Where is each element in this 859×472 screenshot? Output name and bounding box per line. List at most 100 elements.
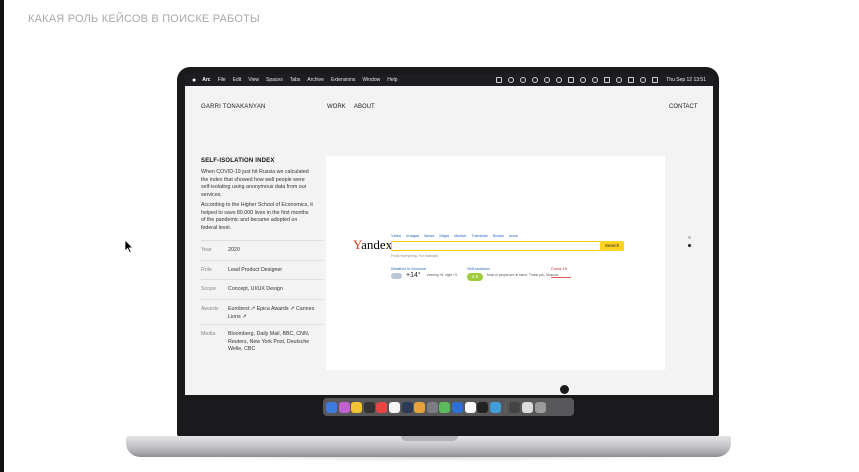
- status-camera-icon[interactable]: [592, 77, 599, 83]
- nav-work-link[interactable]: WORK: [327, 104, 346, 110]
- dock-app-icon[interactable]: [489, 401, 501, 413]
- yandex-search-button[interactable]: Search: [600, 241, 624, 251]
- menu-item-window[interactable]: Window: [362, 77, 380, 83]
- status-display-icon[interactable]: [604, 77, 611, 83]
- dock-app-icon[interactable]: [521, 401, 533, 413]
- project-title: SELF-ISOLATION INDEX: [201, 158, 275, 164]
- self-isolation-title[interactable]: Self-isolation: [467, 266, 490, 271]
- self-isolation-detail: Most of people are at home. Thank you, M…: [487, 273, 559, 277]
- meta-label: Scope: [201, 286, 217, 292]
- dock-separator: [505, 401, 507, 413]
- awards-links[interactable]: Eurobest ↗ Epica Awards ↗ Cannes Lions ↗: [228, 306, 320, 321]
- weather-detail: evening +6, night +3: [427, 273, 457, 277]
- yandex-search-input[interactable]: [391, 241, 624, 251]
- yandex-search-hint: Finds everything. For example,: [391, 254, 440, 258]
- yandex-nav: Video Images News Maps Market Translate …: [391, 233, 523, 238]
- site-name[interactable]: GARRI TONAKANYAN: [201, 104, 266, 110]
- dock-app-icon[interactable]: [388, 401, 400, 413]
- meta-row-media: Media Bloomberg, Daily Mail, BBC, CNN, R…: [201, 324, 323, 354]
- status-bell-icon[interactable]: [556, 77, 563, 83]
- meta-value: Concept, UI/UX Design: [228, 286, 283, 292]
- yandex-nav-item[interactable]: Books: [493, 233, 504, 238]
- dock-app-icon[interactable]: [376, 401, 388, 413]
- status-battery-icon[interactable]: [628, 77, 635, 83]
- control-center-icon[interactable]: [652, 77, 659, 83]
- menu-clock[interactable]: Thu Sep 12 13:51: [666, 77, 706, 83]
- status-area: Thu Sep 12 13:51: [490, 77, 706, 83]
- nav-about-link[interactable]: ABOUT: [354, 104, 375, 110]
- meta-row-scope: Scope Concept, UI/UX Design: [201, 279, 323, 294]
- menu-item-archive[interactable]: Archive: [307, 77, 324, 83]
- meta-value: 2020: [228, 247, 240, 253]
- menu-item-spaces[interactable]: Spaces: [266, 77, 283, 83]
- meta-label: Role: [201, 267, 212, 273]
- status-bluetooth-icon[interactable]: [580, 77, 587, 83]
- menu-item-edit[interactable]: Edit: [233, 77, 242, 83]
- carousel-dots: [688, 236, 691, 252]
- yandex-nav-item[interactable]: Video: [391, 233, 401, 238]
- meta-row-year: Year 2020: [201, 240, 323, 255]
- status-record-icon[interactable]: [508, 77, 515, 83]
- weather-temperature: +14°: [406, 272, 421, 279]
- dock-app-icon[interactable]: [363, 401, 375, 413]
- status-audio-icon[interactable]: [568, 77, 575, 83]
- menu-item-extensions[interactable]: Extensions: [331, 77, 355, 83]
- yandex-nav-item[interactable]: Images: [406, 233, 419, 238]
- dock-app-icon[interactable]: [426, 401, 438, 413]
- dock-app-icon[interactable]: [464, 401, 476, 413]
- status-chat-icon[interactable]: [532, 77, 539, 83]
- project-description: When COVID-19 just hit Russia we calcula…: [201, 169, 309, 199]
- dock-app-icon[interactable]: [401, 401, 413, 413]
- dock-app-icon[interactable]: [338, 401, 350, 413]
- menu-bar: ● Arc File Edit View Spaces Tabs Archive…: [185, 74, 713, 86]
- yandex-nav-item[interactable]: Translate: [471, 233, 488, 238]
- meta-value: Lead Product Designer: [228, 267, 283, 273]
- covid-title[interactable]: Covid-19: [551, 266, 567, 271]
- menu-item-view[interactable]: View: [248, 77, 259, 83]
- status-grid-icon[interactable]: [496, 77, 503, 83]
- project-impact: According to the Higher School of Econom…: [201, 202, 313, 232]
- left-edge-bar: [0, 0, 4, 472]
- dock-app-icon[interactable]: [351, 401, 363, 413]
- covid-trend-graph: [551, 272, 571, 278]
- status-globe-icon[interactable]: [544, 77, 551, 83]
- apple-icon[interactable]: ●: [192, 77, 196, 84]
- menu-app-name[interactable]: Arc: [202, 77, 210, 83]
- slide-title: КАКАЯ РОЛЬ КЕЙСОВ В ПОИСКЕ РАБОТЫ: [28, 13, 260, 25]
- carousel-dot-active[interactable]: [688, 244, 691, 247]
- laptop-base-notch: [401, 436, 458, 441]
- meta-value: Bloomberg, Daily Mail, BBC, CNN, Reuters…: [228, 331, 310, 352]
- menu-item-file[interactable]: File: [218, 77, 226, 83]
- status-wifi-icon[interactable]: [616, 77, 623, 83]
- dock-app-icon[interactable]: [414, 401, 426, 413]
- nav-contact-link[interactable]: CONTACT: [669, 104, 698, 110]
- yandex-logo: Yandex: [353, 237, 393, 252]
- cloud-icon: [391, 273, 402, 279]
- dock-app-icon[interactable]: [477, 401, 489, 413]
- laptop-screen: ● Arc File Edit View Spaces Tabs Archive…: [185, 74, 713, 395]
- meta-row-role: Role Lead Product Designer: [201, 260, 323, 275]
- meta-label: Year: [201, 247, 212, 253]
- yandex-nav-item[interactable]: News: [424, 233, 434, 238]
- meta-row-awards: Awards Eurobest ↗ Epica Awards ↗ Cannes …: [201, 299, 323, 321]
- dock-app-icon[interactable]: [509, 401, 521, 413]
- meta-label: Media: [201, 331, 216, 337]
- weather-title[interactable]: Weather in Moscow: [391, 266, 426, 271]
- yandex-nav-item[interactable]: Maps: [439, 233, 449, 238]
- menu-item-tabs[interactable]: Tabs: [290, 77, 301, 83]
- status-search-icon[interactable]: [640, 77, 647, 83]
- status-gear-icon[interactable]: [520, 77, 527, 83]
- carousel-dot[interactable]: [688, 236, 691, 239]
- dock-app-icon[interactable]: [439, 401, 451, 413]
- yandex-nav-item[interactable]: more: [509, 233, 518, 238]
- menu-item-help[interactable]: Help: [387, 77, 397, 83]
- dock-app-icon[interactable]: [534, 401, 546, 413]
- project-image-card: Video Images News Maps Market Translate …: [326, 156, 665, 370]
- dock-app-icon[interactable]: [326, 401, 337, 413]
- meta-label: Awards: [201, 306, 219, 312]
- yandex-nav-item[interactable]: Market: [454, 233, 466, 238]
- self-isolation-score: 2.5: [467, 273, 483, 281]
- dock-app-icon[interactable]: [451, 401, 463, 413]
- screen-recorder-dot[interactable]: [560, 385, 569, 394]
- dock: [323, 398, 574, 416]
